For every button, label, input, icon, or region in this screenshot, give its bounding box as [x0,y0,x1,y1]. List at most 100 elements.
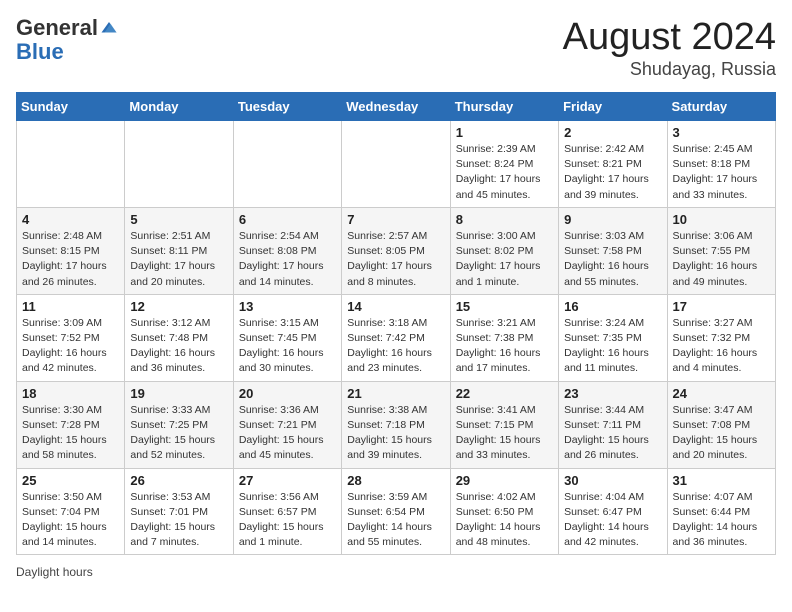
weekday-header: Friday [559,93,667,121]
calendar-day-cell: 14 Sunrise: 3:18 AMSunset: 7:42 PMDayligh… [342,294,450,381]
calendar-day-cell: 6 Sunrise: 2:54 AMSunset: 8:08 PMDaylight… [233,207,341,294]
month-title: August 2024 [563,16,776,59]
day-info: Sunrise: 3:24 AMSunset: 7:35 PMDaylight:… [564,317,649,375]
title-block: August 2024 Shudayag, Russia [563,16,776,80]
calendar-day-cell: 15Sunrise: 3:21 AMSunset: 7:38 PMDayligh… [450,294,558,381]
calendar-day-cell: 30Sunrise: 4:04 AMSunset: 6:47 PMDayligh… [559,468,667,555]
day-info: Sunrise: 3:41 AMSunset: 7:15 PMDaylight:… [456,404,541,462]
day-info: Sunrise: 4:02 AMSunset: 6:50 PMDaylight:… [456,491,541,549]
day-number: 1 [456,125,553,140]
day-number: 21 [347,386,444,401]
day-info: Sunrise: 3:00 AMSunset: 8:02 PMDaylight:… [456,230,541,288]
calendar-day-cell: 7Sunrise: 2:57 AMSunset: 8:05 PMDaylight… [342,207,450,294]
day-number: 30 [564,473,661,488]
day-info: Sunrise: 3:30 AMSunset: 7:28 PMDaylight:… [22,404,107,462]
calendar-day-cell: 26 Sunrise: 3:53 AMSunset: 7:01 PMDayligh… [125,468,233,555]
calendar-day-cell: 13 Sunrise: 3:15 AMSunset: 7:45 PMDayligh… [233,294,341,381]
calendar-day-cell: 9 Sunrise: 3:03 AMSunset: 7:58 PMDaylight… [559,207,667,294]
day-info: Sunrise: 3:15 AMSunset: 7:45 PMDaylight:… [239,317,324,375]
day-number: 9 [564,212,661,227]
day-info: Sunrise: 2:39 AMSunset: 8:24 PMDaylight:… [456,143,541,201]
day-info: Sunrise: 2:42 AMSunset: 8:21 PMDaylight:… [564,143,649,201]
calendar-day-cell: 3 Sunrise: 2:45 AMSunset: 8:18 PMDaylight… [667,121,775,208]
day-info: Sunrise: 2:51 AMSunset: 8:11 PMDaylight:… [130,230,215,288]
day-info: Sunrise: 3:53 AMSunset: 7:01 PMDaylight:… [130,491,215,549]
day-info: Sunrise: 3:33 AMSunset: 7:25 PMDaylight:… [130,404,215,462]
calendar-day-cell: 31Sunrise: 4:07 AMSunset: 6:44 PMDayligh… [667,468,775,555]
day-info: Sunrise: 2:48 AMSunset: 8:15 PMDaylight:… [22,230,107,288]
calendar-day-cell [125,121,233,208]
day-number: 2 [564,125,661,140]
day-info: Sunrise: 3:09 AMSunset: 7:52 PMDaylight:… [22,317,107,375]
page-header: General Blue August 2024 Shudayag, Russi… [16,16,776,80]
calendar-day-cell: 28Sunrise: 3:59 AMSunset: 6:54 PMDayligh… [342,468,450,555]
calendar-day-cell: 19 Sunrise: 3:33 AMSunset: 7:25 PMDayligh… [125,381,233,468]
day-info: Sunrise: 3:21 AMSunset: 7:38 PMDaylight:… [456,317,541,375]
day-info: Sunrise: 3:56 AMSunset: 6:57 PMDaylight:… [239,491,324,549]
logo: General Blue [16,16,118,64]
weekday-header-row: SundayMondayTuesdayWednesdayThursdayFrid… [17,93,776,121]
day-info: Sunrise: 3:47 AMSunset: 7:08 PMDaylight:… [673,404,758,462]
day-info: Sunrise: 3:06 AMSunset: 7:55 PMDaylight:… [673,230,758,288]
calendar-day-cell: 1 Sunrise: 2:39 AMSunset: 8:24 PMDaylight… [450,121,558,208]
calendar-day-cell: 16 Sunrise: 3:24 AMSunset: 7:35 PMDayligh… [559,294,667,381]
day-number: 29 [456,473,553,488]
weekday-header: Sunday [17,93,125,121]
day-info: Sunrise: 3:12 AMSunset: 7:48 PMDaylight:… [130,317,215,375]
day-info: Sunrise: 3:44 AMSunset: 7:11 PMDaylight:… [564,404,649,462]
day-info: Sunrise: 3:50 AMSunset: 7:04 PMDaylight:… [22,491,107,549]
day-info: Sunrise: 2:57 AMSunset: 8:05 PMDaylight:… [347,230,432,288]
calendar-week-row: 4 Sunrise: 2:48 AMSunset: 8:15 PMDaylight… [17,207,776,294]
calendar-week-row: 18 Sunrise: 3:30 AMSunset: 7:28 PMDayligh… [17,381,776,468]
calendar-day-cell: 29 Sunrise: 4:02 AMSunset: 6:50 PMDayligh… [450,468,558,555]
calendar-day-cell: 27 Sunrise: 3:56 AMSunset: 6:57 PMDayligh… [233,468,341,555]
calendar-day-cell [233,121,341,208]
calendar-table: SundayMondayTuesdayWednesdayThursdayFrid… [16,92,776,555]
logo-blue-text: Blue [16,40,118,64]
day-number: 22 [456,386,553,401]
day-number: 5 [130,212,227,227]
day-number: 19 [130,386,227,401]
logo-general-text: General [16,16,98,40]
day-info: Sunrise: 3:03 AMSunset: 7:58 PMDaylight:… [564,230,649,288]
day-number: 14 [347,299,444,314]
day-number: 13 [239,299,336,314]
day-number: 31 [673,473,770,488]
calendar-week-row: 25Sunrise: 3:50 AMSunset: 7:04 PMDayligh… [17,468,776,555]
day-number: 6 [239,212,336,227]
calendar-day-cell: 23Sunrise: 3:44 AMSunset: 7:11 PMDayligh… [559,381,667,468]
day-number: 16 [564,299,661,314]
day-info: Sunrise: 3:36 AMSunset: 7:21 PMDaylight:… [239,404,324,462]
calendar-day-cell: 25Sunrise: 3:50 AMSunset: 7:04 PMDayligh… [17,468,125,555]
day-number: 12 [130,299,227,314]
day-number: 4 [22,212,119,227]
day-info: Sunrise: 2:54 AMSunset: 8:08 PMDaylight:… [239,230,324,288]
calendar-day-cell: 11 Sunrise: 3:09 AMSunset: 7:52 PMDayligh… [17,294,125,381]
weekday-header: Saturday [667,93,775,121]
calendar-day-cell: 2 Sunrise: 2:42 AMSunset: 8:21 PMDaylight… [559,121,667,208]
daylight-label: Daylight hours [16,565,93,579]
weekday-header: Tuesday [233,93,341,121]
calendar-day-cell: 18 Sunrise: 3:30 AMSunset: 7:28 PMDayligh… [17,381,125,468]
calendar-day-cell: 4 Sunrise: 2:48 AMSunset: 8:15 PMDaylight… [17,207,125,294]
day-info: Sunrise: 3:38 AMSunset: 7:18 PMDaylight:… [347,404,432,462]
day-number: 18 [22,386,119,401]
calendar-week-row: 1 Sunrise: 2:39 AMSunset: 8:24 PMDaylight… [17,121,776,208]
day-number: 27 [239,473,336,488]
calendar-day-cell [342,121,450,208]
calendar-day-cell: 24Sunrise: 3:47 AMSunset: 7:08 PMDayligh… [667,381,775,468]
calendar-day-cell: 12 Sunrise: 3:12 AMSunset: 7:48 PMDayligh… [125,294,233,381]
calendar-week-row: 11 Sunrise: 3:09 AMSunset: 7:52 PMDayligh… [17,294,776,381]
day-number: 17 [673,299,770,314]
calendar-day-cell: 10Sunrise: 3:06 AMSunset: 7:55 PMDayligh… [667,207,775,294]
calendar-day-cell: 21 Sunrise: 3:38 AMSunset: 7:18 PMDayligh… [342,381,450,468]
day-number: 8 [456,212,553,227]
calendar-day-cell: 22 Sunrise: 3:41 AMSunset: 7:15 PMDayligh… [450,381,558,468]
day-number: 11 [22,299,119,314]
day-number: 3 [673,125,770,140]
day-info: Sunrise: 2:45 AMSunset: 8:18 PMDaylight:… [673,143,758,201]
day-info: Sunrise: 3:18 AMSunset: 7:42 PMDaylight:… [347,317,432,375]
location-title: Shudayag, Russia [563,59,776,80]
weekday-header: Monday [125,93,233,121]
day-number: 26 [130,473,227,488]
